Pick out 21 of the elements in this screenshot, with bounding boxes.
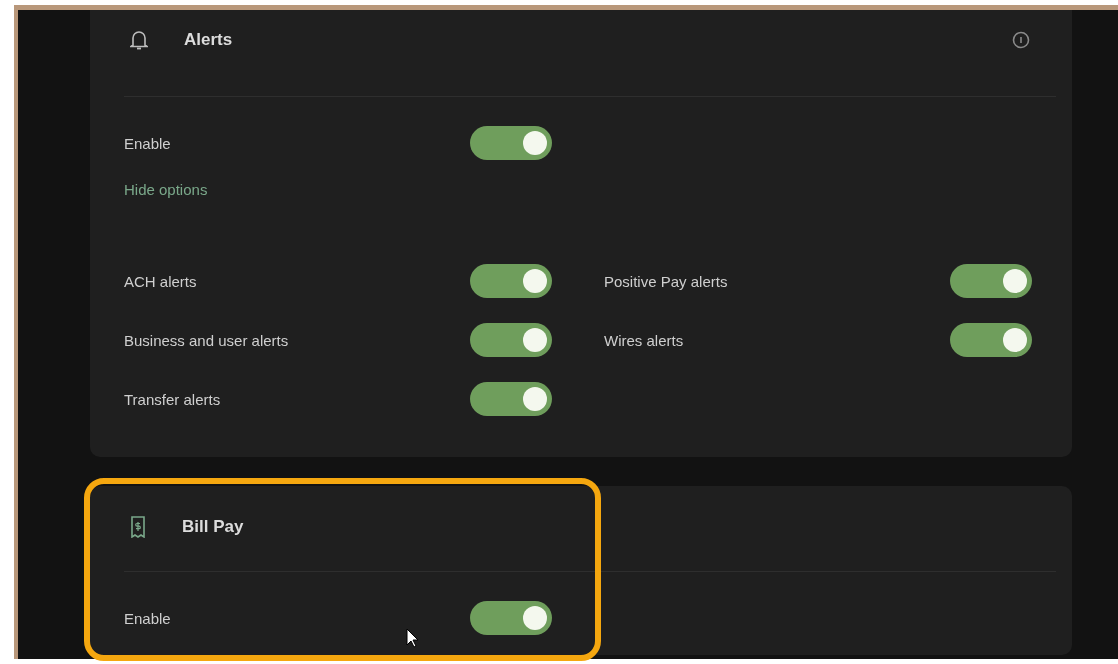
- cursor-icon: [406, 628, 420, 648]
- toggle-switch[interactable]: [950, 264, 1032, 298]
- setting-label: ACH alerts: [124, 272, 198, 290]
- setting-label: Positive Pay alerts: [604, 272, 729, 290]
- section-title: Alerts: [184, 30, 233, 50]
- info-icon[interactable]: [1012, 31, 1030, 49]
- toggle-switch[interactable]: [470, 382, 552, 416]
- toggle-switch[interactable]: [470, 323, 552, 357]
- section-title: Bill Pay: [182, 517, 244, 537]
- setting-label: Business and user alerts: [124, 331, 290, 349]
- setting-label: Enable: [124, 134, 172, 152]
- setting-label: Enable: [124, 609, 172, 627]
- receipt-icon: [130, 516, 146, 538]
- setting-label: Wires alerts: [604, 331, 685, 349]
- toggle-switch[interactable]: [470, 601, 552, 635]
- bell-icon: [130, 29, 148, 51]
- toggle-switch[interactable]: [950, 323, 1032, 357]
- toggle-switch[interactable]: [470, 264, 552, 298]
- toggle-switch[interactable]: [470, 126, 552, 160]
- setting-label: Transfer alerts: [124, 390, 222, 408]
- hide-options-link[interactable]: Hide options: [124, 180, 1072, 200]
